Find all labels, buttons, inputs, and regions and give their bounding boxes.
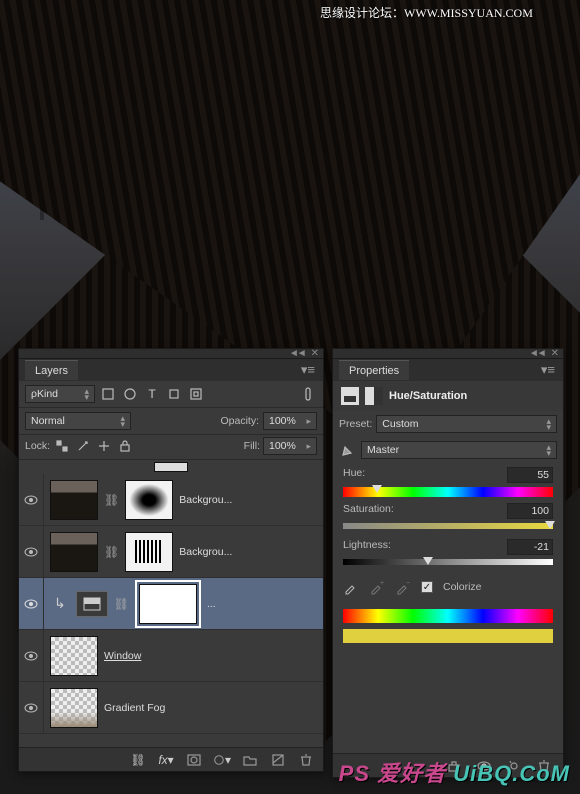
visibility-icon[interactable] <box>24 547 38 557</box>
layers-panel: ◄◄✕ Layers ▾≡ ρ Kind ▴▾ T Normal ▴▾ Opac… <box>18 348 324 772</box>
blend-mode-value: Normal <box>31 415 65 427</box>
layer-thumb <box>50 480 98 520</box>
preset-value: Custom <box>382 418 418 430</box>
filter-pixel-icon[interactable] <box>99 385 117 403</box>
mask-thumb-selected <box>139 584 197 624</box>
new-adjustment-button[interactable]: ▾ <box>213 751 231 769</box>
layer-name[interactable]: ... <box>207 598 216 610</box>
layer-name[interactable]: Backgrou... <box>179 546 232 558</box>
lock-all-icon[interactable] <box>116 437 134 455</box>
hue-label: Hue: <box>343 467 365 483</box>
panel-menu-icon[interactable]: ▾≡ <box>293 362 323 378</box>
mask-thumb <box>125 532 173 572</box>
hue-slider[interactable] <box>343 487 553 497</box>
fill-label: Fill: <box>244 440 260 452</box>
opacity-label: Opacity: <box>220 415 259 427</box>
layer-thumb <box>50 636 98 676</box>
filter-type-icon[interactable]: T <box>143 385 161 403</box>
layer-name[interactable]: Window <box>104 650 141 662</box>
filter-kind-label: Kind <box>37 388 58 400</box>
fill-value: 100% <box>269 440 296 452</box>
watermark-bottom: PS 爱好者 UiBQ.CoM <box>339 756 570 788</box>
link-icon: ⛓ <box>104 545 119 559</box>
panel-menu-icon[interactable]: ▾≡ <box>533 362 563 378</box>
channel-dropdown[interactable]: Master ▴▾ <box>361 441 557 459</box>
tab-properties[interactable]: Properties <box>339 360 409 380</box>
panel-collapse-bar[interactable]: ◄◄✕ <box>19 349 323 359</box>
hue-spectrum-bar <box>343 609 553 623</box>
visibility-icon[interactable] <box>24 651 38 661</box>
layer-row[interactable]: Window <box>19 630 323 682</box>
layer-row[interactable]: ⛓ Backgrou... <box>19 474 323 526</box>
colorize-label: Colorize <box>443 581 482 593</box>
adjustment-type-icon[interactable] <box>341 387 359 405</box>
lock-label: Lock: <box>25 440 50 452</box>
colorize-checkbox[interactable]: ✓ <box>421 581 433 593</box>
link-layers-button[interactable]: ⛓ <box>129 751 147 769</box>
filter-shape-icon[interactable] <box>165 385 183 403</box>
properties-panel: ◄◄✕ Properties ▾≡ Hue/Saturation Preset:… <box>332 348 564 778</box>
filter-toggle[interactable] <box>299 385 317 403</box>
opacity-input[interactable]: 100% ▸ <box>263 412 317 430</box>
blend-mode-dropdown[interactable]: Normal ▴▾ <box>25 412 131 430</box>
fill-input[interactable]: 100% ▸ <box>263 437 317 455</box>
adjustment-title: Hue/Saturation <box>389 390 467 402</box>
opacity-value: 100% <box>269 415 296 427</box>
peek-thumb <box>154 462 188 472</box>
layer-thumb <box>50 532 98 572</box>
add-mask-button[interactable] <box>185 751 203 769</box>
delete-layer-button[interactable] <box>297 751 315 769</box>
link-icon: ⛓ <box>104 493 119 507</box>
layer-row[interactable]: Gradient Fog <box>19 682 323 734</box>
mask-thumb <box>125 480 173 520</box>
preset-label: Preset: <box>339 418 372 430</box>
saturation-value[interactable]: 100 <box>507 503 553 519</box>
panel-collapse-bar[interactable]: ◄◄✕ <box>333 349 563 359</box>
targeted-adjust-icon[interactable] <box>339 441 357 459</box>
mask-view-icon[interactable] <box>365 387 383 405</box>
eyedropper-icon[interactable] <box>343 579 359 595</box>
layer-row[interactable]: ⛓ Backgrou... <box>19 526 323 578</box>
visibility-icon[interactable] <box>24 599 38 609</box>
hue-value[interactable]: 55 <box>507 467 553 483</box>
clip-indicator-icon: ↳ <box>54 595 66 612</box>
preset-dropdown[interactable]: Custom ▴▾ <box>376 415 557 433</box>
filter-kind-dropdown[interactable]: ρ Kind ▴▾ <box>25 385 95 403</box>
new-group-button[interactable] <box>241 751 259 769</box>
layer-list: ⛓ Backgrou... ⛓ Backgrou... ↳ <box>19 460 323 746</box>
adjustment-thumb <box>76 591 108 617</box>
filter-adjust-icon[interactable] <box>121 385 139 403</box>
layer-thumb <box>50 688 98 728</box>
svg-text:+: + <box>380 580 384 587</box>
visibility-icon[interactable] <box>24 703 38 713</box>
layer-name[interactable]: Backgrou... <box>179 494 232 506</box>
channel-value: Master <box>367 444 399 456</box>
new-layer-button[interactable] <box>269 751 287 769</box>
lightness-label: Lightness: <box>343 539 391 555</box>
eyedropper-add-icon[interactable]: + <box>369 579 385 595</box>
lightness-slider[interactable] <box>343 559 553 569</box>
filter-smart-icon[interactable] <box>187 385 205 403</box>
saturation-label: Saturation: <box>343 503 394 519</box>
lightness-value[interactable]: -21 <box>507 539 553 555</box>
result-color-bar <box>343 629 553 643</box>
link-icon: ⛓ <box>114 597 129 611</box>
watermark-top: 思缘设计论坛：WWW.MISSYUAN.COM <box>320 4 533 21</box>
eyedropper-sub-icon[interactable]: − <box>395 579 411 595</box>
visibility-icon[interactable] <box>24 495 38 505</box>
saturation-slider[interactable] <box>343 523 553 533</box>
lock-pos-icon[interactable] <box>95 437 113 455</box>
svg-text:−: − <box>406 580 410 587</box>
tab-layers[interactable]: Layers <box>25 360 78 380</box>
lock-trans-icon[interactable] <box>53 437 71 455</box>
layer-name[interactable]: Gradient Fog <box>104 702 165 714</box>
layer-row-selected[interactable]: ↳ ⛓ ... <box>19 578 323 630</box>
lock-pixels-icon[interactable] <box>74 437 92 455</box>
layer-fx-button[interactable]: fx▾ <box>157 751 175 769</box>
